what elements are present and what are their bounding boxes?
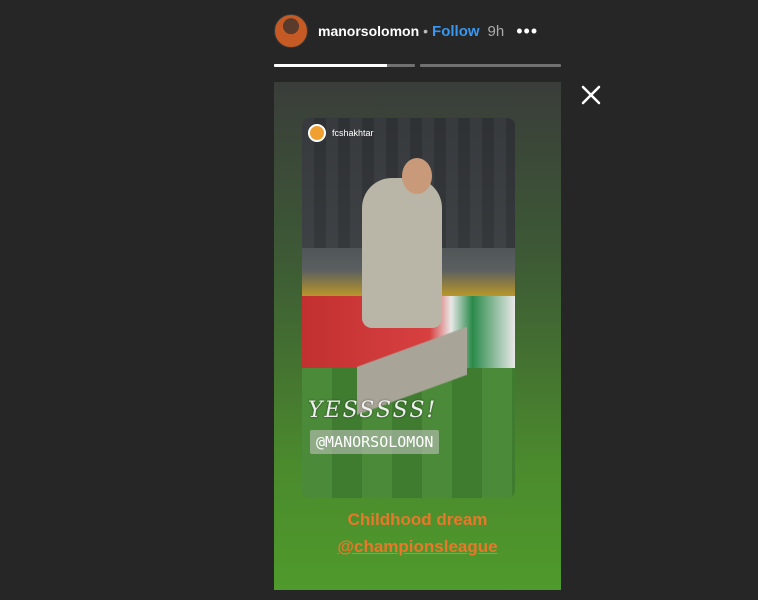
player-head (402, 158, 432, 194)
username-link[interactable]: manorsolomon (318, 23, 419, 39)
story-photo: fcshakhtar YESSSSS! @MANORSOLOMON (302, 118, 515, 498)
player-body (362, 178, 442, 328)
story-progress (274, 64, 561, 67)
post-time: 9h (487, 22, 505, 40)
separator-dot: • (423, 23, 429, 39)
user-avatar[interactable] (274, 14, 308, 48)
progress-segment (274, 64, 415, 67)
story-content[interactable]: fcshakhtar YESSSSS! @MANORSOLOMON Childh… (274, 82, 561, 590)
caption-text: Childhood dream (347, 510, 488, 529)
follow-button[interactable]: Follow (432, 23, 480, 40)
mention-sticker[interactable]: @MANORSOLOMON (310, 430, 440, 454)
close-icon[interactable] (578, 82, 604, 108)
embedded-avatar (308, 124, 326, 142)
progress-segment (420, 64, 561, 67)
yes-sticker-text: YESSSSS! (308, 398, 438, 423)
mention-link[interactable]: @championsleague (274, 537, 561, 557)
more-options-icon[interactable]: ••• (516, 21, 538, 42)
story-header: manorsolomon • Follow 9h ••• (274, 12, 564, 50)
progress-fill (274, 64, 387, 67)
embedded-username: fcshakhtar (332, 128, 374, 138)
embedded-post-user[interactable]: fcshakhtar (308, 124, 374, 142)
